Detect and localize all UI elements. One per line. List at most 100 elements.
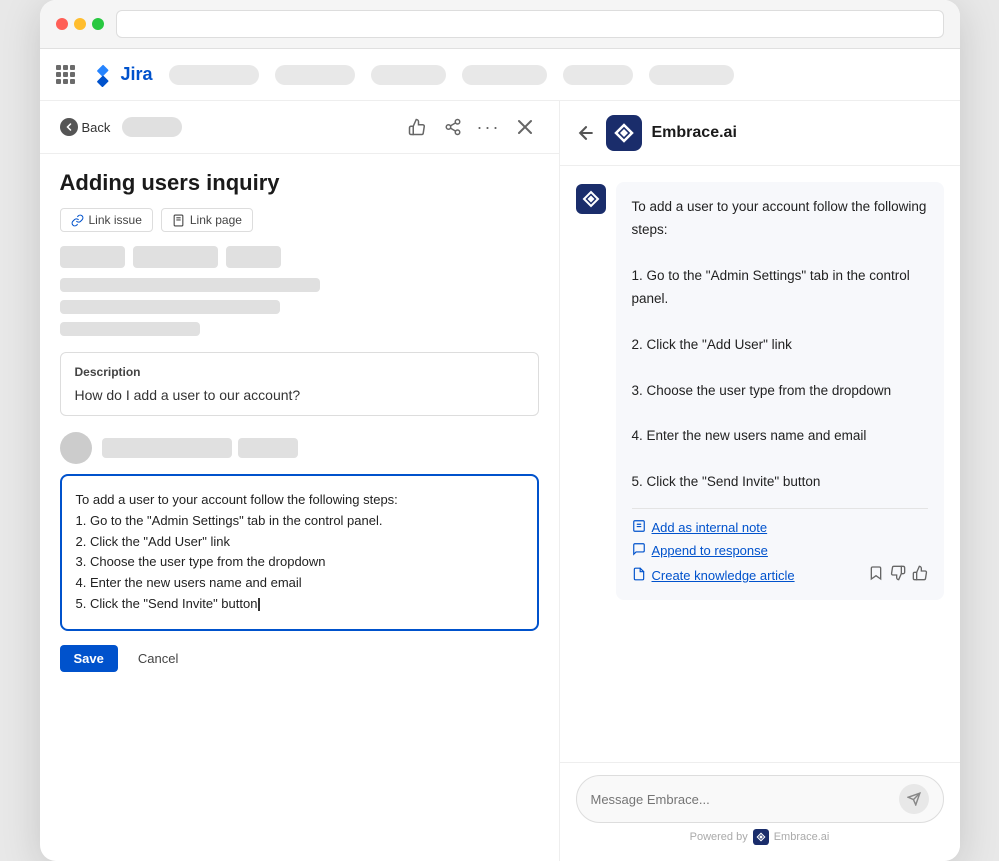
main-content: Back ···: [40, 101, 960, 861]
chat-back-icon: [576, 123, 596, 143]
add-internal-note-button[interactable]: Add as internal note: [632, 519, 928, 536]
link-page-label: Link page: [190, 213, 242, 227]
browser-topbar: [40, 0, 960, 49]
nav-item-6[interactable]: [649, 65, 734, 85]
comment-pill-1: [102, 438, 232, 458]
feedback-icons: [868, 565, 928, 586]
cancel-button[interactable]: Cancel: [128, 645, 188, 672]
ai-message-row: To add a user to your account follow the…: [576, 182, 944, 612]
message-actions: Add as internal note Append to response: [632, 508, 928, 586]
nav-item-4[interactable]: [462, 65, 547, 85]
note-icon-svg: [632, 519, 646, 533]
breadcrumb-pill: [122, 117, 182, 137]
maximize-dot[interactable]: [92, 18, 104, 30]
msg-step-3: 3. Choose the user type from the dropdow…: [632, 383, 892, 398]
nav-item-1[interactable]: [169, 65, 259, 85]
ellipsis-icon: ···: [477, 117, 501, 138]
app-grid-icon[interactable]: [56, 65, 75, 84]
bookmark-button[interactable]: [868, 565, 884, 586]
link-issue-button[interactable]: Link issue: [60, 208, 153, 232]
meta-pill-2: [133, 246, 218, 268]
bookmark-icon: [868, 565, 884, 581]
chat-brand-name: Embrace.ai: [652, 124, 737, 142]
minimize-dot[interactable]: [74, 18, 86, 30]
jira-logo-icon: [91, 63, 115, 87]
msg-step-5: 5. Click the "Send Invite" button: [632, 474, 821, 489]
back-circle-icon: [60, 118, 78, 136]
thumbs-down-button[interactable]: [890, 565, 906, 586]
ai-message-content: To add a user to your account follow the…: [616, 182, 944, 612]
close-icon: [517, 119, 533, 135]
back-arrow-icon: [65, 123, 73, 131]
description-label: Description: [75, 365, 524, 379]
ai-message-card: To add a user to your account follow the…: [616, 182, 944, 600]
link-issue-label: Link issue: [89, 213, 142, 227]
send-button[interactable]: [899, 784, 929, 814]
create-knowledge-article-button[interactable]: Create knowledge article: [632, 567, 795, 584]
thumbs-down-icon: [890, 565, 906, 581]
msg-step-4: 4. Enter the new users name and email: [632, 428, 867, 443]
share-icon: [444, 118, 462, 136]
meta-pills: [60, 246, 539, 268]
comment-pill-2: [238, 438, 298, 458]
browser-dots: [56, 18, 104, 30]
create-article-row: Create knowledge article: [632, 565, 928, 586]
powered-by-brand: Embrace.ai: [774, 831, 830, 843]
commenter-avatar: [60, 432, 92, 464]
ai-response-edit-box[interactable]: To add a user to your account follow the…: [60, 474, 539, 631]
send-icon: [907, 792, 921, 806]
right-panel: Embrace.ai To add a user to your account…: [560, 101, 960, 861]
back-label: Back: [82, 120, 111, 135]
append-response-button[interactable]: Append to response: [632, 542, 928, 559]
address-bar[interactable]: [116, 10, 944, 38]
response-actions: Save Cancel: [60, 645, 539, 672]
nav-item-5[interactable]: [563, 65, 633, 85]
meta-row-2: [60, 300, 280, 314]
link-page-button[interactable]: Link page: [161, 208, 253, 232]
link-icon: [71, 214, 84, 227]
article-icon-svg: [632, 567, 646, 581]
close-dot[interactable]: [56, 18, 68, 30]
more-options-button[interactable]: ···: [475, 113, 503, 141]
chat-back-button[interactable]: [576, 123, 596, 143]
powered-by-row: Powered by Embrace.ai: [576, 823, 944, 849]
msg-step-2: 2. Click the "Add User" link: [632, 337, 792, 352]
thumbs-up-button[interactable]: [403, 113, 431, 141]
thumbs-up-chat-button[interactable]: [912, 565, 928, 586]
chat-messages: To add a user to your account follow the…: [560, 166, 960, 762]
share-button[interactable]: [439, 113, 467, 141]
ai-response-step-5: 5. Click the "Send Invite" button: [76, 596, 261, 611]
ai-response-edit-text: To add a user to your account follow the…: [76, 490, 523, 615]
msg-step-1: 1. Go to the "Admin Settings" tab in the…: [632, 268, 910, 306]
save-button[interactable]: Save: [60, 645, 118, 672]
article-icon: [632, 567, 646, 584]
jira-logo[interactable]: Jira: [91, 63, 153, 87]
add-internal-note-label: Add as internal note: [652, 520, 768, 535]
append-icon: [632, 542, 646, 559]
meta-row-3: [60, 322, 200, 336]
msg-intro: To add a user to your account follow the…: [632, 199, 927, 237]
internal-note-icon: [632, 519, 646, 536]
left-panel: Back ···: [40, 101, 560, 861]
message-input-row: [576, 775, 944, 823]
back-button[interactable]: Back: [60, 118, 111, 136]
comment-area: [60, 432, 539, 464]
description-text: How do I add a user to our account?: [75, 387, 524, 403]
ai-response-step-3: 3. Choose the user type from the dropdow…: [76, 554, 326, 569]
thumbs-up-chat-icon: [912, 565, 928, 581]
message-input[interactable]: [591, 792, 899, 807]
close-button[interactable]: [511, 113, 539, 141]
ai-response-step-4: 4. Enter the new users name and email: [76, 575, 302, 590]
description-box: Description How do I add a user to our a…: [60, 352, 539, 416]
embrace-logo-icon: [606, 115, 642, 151]
jira-navbar: Jira: [40, 49, 960, 101]
issue-body: Adding users inquiry Link issue Link pag…: [40, 154, 559, 861]
ai-bot-icon: [576, 184, 606, 214]
nav-item-3[interactable]: [371, 65, 446, 85]
ai-response-step-2: 2. Click the "Add User" link: [76, 534, 230, 549]
nav-item-2[interactable]: [275, 65, 355, 85]
jira-logo-text: Jira: [121, 64, 153, 85]
create-article-label: Create knowledge article: [652, 568, 795, 583]
powered-by-text: Powered by: [690, 831, 748, 843]
text-cursor: [258, 598, 260, 611]
